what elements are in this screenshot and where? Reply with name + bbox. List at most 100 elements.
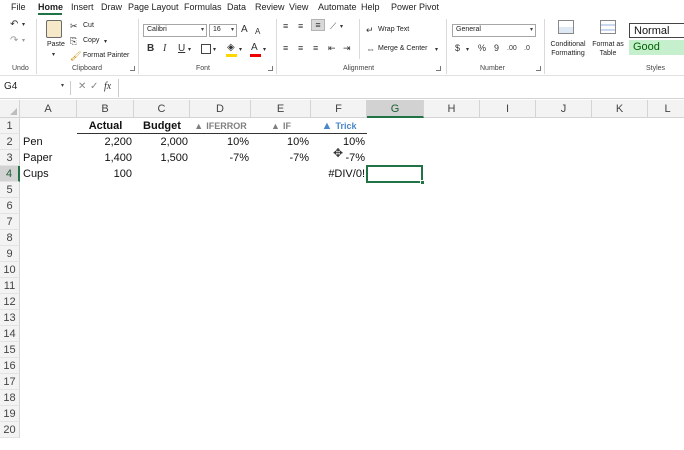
row-header[interactable]: 14 bbox=[0, 326, 20, 342]
row-header[interactable]: 20 bbox=[0, 422, 20, 438]
menu-home[interactable]: Home bbox=[38, 2, 63, 12]
column-header-g[interactable]: G bbox=[367, 100, 424, 118]
item-cell[interactable]: Cups bbox=[20, 166, 77, 182]
borders-dropdown-icon[interactable]: ▾ bbox=[213, 45, 216, 55]
orientation-icon[interactable]: ⟋ bbox=[330, 21, 336, 31]
align-top-icon[interactable]: ≡ bbox=[283, 21, 288, 31]
borders-icon[interactable] bbox=[201, 44, 211, 54]
percent-icon[interactable]: % bbox=[478, 43, 486, 53]
bold-button[interactable]: B bbox=[147, 44, 154, 54]
row-header[interactable]: 10 bbox=[0, 262, 20, 278]
row-header[interactable]: 19 bbox=[0, 406, 20, 422]
grow-font-icon[interactable]: A bbox=[241, 25, 248, 35]
row-header[interactable]: 7 bbox=[0, 214, 20, 230]
currency-dropdown-icon[interactable]: ▾ bbox=[466, 45, 469, 55]
actual-cell[interactable]: 100 bbox=[77, 166, 134, 182]
font-launcher-icon[interactable] bbox=[268, 66, 273, 71]
row-header[interactable]: 15 bbox=[0, 342, 20, 358]
if-cell[interactable]: -7% bbox=[251, 150, 311, 166]
actual-cell[interactable]: 1,400 bbox=[77, 150, 134, 166]
row-header[interactable]: 17 bbox=[0, 374, 20, 390]
conditional-formatting-icon[interactable] bbox=[558, 20, 574, 34]
menu-review[interactable]: Review bbox=[255, 2, 285, 12]
copy-dropdown-icon[interactable]: ▾ bbox=[104, 37, 107, 47]
format-as-table-icon[interactable] bbox=[600, 20, 616, 34]
paste-dropdown-icon[interactable]: ▾ bbox=[52, 50, 55, 60]
font-color-dropdown-icon[interactable]: ▾ bbox=[263, 45, 266, 55]
budget-cell[interactable] bbox=[134, 166, 190, 182]
row-header[interactable]: 3 bbox=[0, 150, 20, 166]
active-cell-selection[interactable] bbox=[366, 165, 423, 183]
currency-icon[interactable]: $ bbox=[455, 43, 460, 53]
actual-cell[interactable]: 2,200 bbox=[77, 134, 134, 150]
redo-icon[interactable]: ↷ bbox=[10, 36, 18, 46]
row-header[interactable]: 9 bbox=[0, 246, 20, 262]
increase-decimal-icon[interactable]: .00 bbox=[507, 44, 517, 54]
row-header[interactable]: 11 bbox=[0, 278, 20, 294]
select-all-button[interactable] bbox=[0, 100, 20, 118]
menu-page-layout[interactable]: Page Layout bbox=[128, 2, 179, 12]
column-header-h[interactable]: H bbox=[424, 100, 480, 118]
wrap-text-icon[interactable]: ↵ bbox=[366, 25, 374, 35]
alignment-launcher-icon[interactable] bbox=[436, 66, 441, 71]
align-middle-icon[interactable]: ≡ bbox=[298, 21, 303, 31]
cut-icon[interactable]: ✂ bbox=[70, 21, 78, 31]
align-right-icon[interactable]: ≡ bbox=[313, 43, 318, 53]
format-as-table-button[interactable]: Format as Table bbox=[591, 40, 625, 58]
menu-draw[interactable]: Draw bbox=[101, 2, 122, 12]
align-center-icon[interactable]: ≡ bbox=[298, 43, 303, 53]
copy-icon[interactable]: ⎘ bbox=[70, 36, 77, 46]
menu-insert[interactable]: Insert bbox=[71, 2, 94, 12]
decrease-indent-icon[interactable]: ⇤ bbox=[328, 43, 336, 53]
format-painter-button[interactable]: Format Painter bbox=[83, 52, 129, 59]
header-if-cell[interactable]: ▲ IF bbox=[251, 118, 311, 134]
budget-cell[interactable]: 1,500 bbox=[134, 150, 190, 166]
number-launcher-icon[interactable] bbox=[536, 66, 541, 71]
item-cell[interactable]: Pen bbox=[20, 134, 77, 150]
trick-cell[interactable]: #DIV/0! bbox=[311, 166, 367, 182]
underline-dropdown-icon[interactable]: ▾ bbox=[188, 45, 191, 55]
row-header[interactable]: 13 bbox=[0, 310, 20, 326]
item-cell[interactable]: Paper bbox=[20, 150, 77, 166]
underline-button[interactable]: U bbox=[178, 44, 185, 54]
paste-icon[interactable] bbox=[46, 20, 62, 38]
menu-formulas[interactable]: Formulas bbox=[184, 2, 222, 12]
iferror-cell[interactable] bbox=[190, 166, 251, 182]
header-actual[interactable]: Actual bbox=[77, 118, 134, 134]
menu-help[interactable]: Help bbox=[361, 2, 380, 12]
increase-indent-icon[interactable]: ⇥ bbox=[343, 43, 351, 53]
row-header[interactable]: 6 bbox=[0, 198, 20, 214]
merge-center-icon[interactable]: ⇔ bbox=[366, 44, 375, 54]
font-size-dropdown[interactable]: 16 ▾ bbox=[209, 24, 237, 37]
iferror-cell[interactable]: -7% bbox=[190, 150, 251, 166]
row-header[interactable]: 5 bbox=[0, 182, 20, 198]
header-iferror-cell[interactable]: ▲ IFERROR bbox=[190, 118, 251, 134]
paste-button[interactable]: Paste bbox=[47, 41, 65, 48]
row-header[interactable]: 1 bbox=[0, 118, 20, 134]
column-header-j[interactable]: J bbox=[536, 100, 592, 118]
undo-icon[interactable]: ↶ bbox=[10, 20, 18, 30]
menu-view[interactable]: View bbox=[289, 2, 308, 12]
enter-icon[interactable]: ✓ bbox=[90, 81, 98, 92]
decrease-decimal-icon[interactable]: .0 bbox=[524, 44, 530, 54]
menu-file[interactable]: File bbox=[11, 2, 26, 12]
menu-automate[interactable]: Automate bbox=[318, 2, 357, 12]
row-header[interactable]: 2 bbox=[0, 134, 20, 150]
comma-style-icon[interactable]: 9 bbox=[494, 43, 499, 53]
undo-dropdown-icon[interactable]: ▾ bbox=[22, 20, 25, 30]
row-header[interactable]: 12 bbox=[0, 294, 20, 310]
menu-data[interactable]: Data bbox=[227, 2, 246, 12]
column-header-k[interactable]: K bbox=[592, 100, 648, 118]
merge-dropdown-icon[interactable]: ▾ bbox=[435, 45, 438, 55]
header-budget[interactable]: Budget bbox=[134, 118, 190, 134]
name-box[interactable]: G4 ▾ bbox=[4, 81, 66, 95]
cut-button[interactable]: Cut bbox=[83, 22, 94, 29]
shrink-font-icon[interactable]: A bbox=[255, 27, 260, 37]
align-bottom-icon[interactable]: ≡ bbox=[311, 19, 325, 31]
wrap-text-button[interactable]: Wrap Text bbox=[378, 26, 409, 33]
cancel-icon[interactable]: ✕ bbox=[78, 81, 86, 92]
style-normal[interactable]: Normal bbox=[629, 23, 684, 38]
column-header-i[interactable]: I bbox=[480, 100, 536, 118]
column-header-d[interactable]: D bbox=[190, 100, 251, 118]
merge-center-button[interactable]: Merge & Center bbox=[378, 45, 427, 52]
